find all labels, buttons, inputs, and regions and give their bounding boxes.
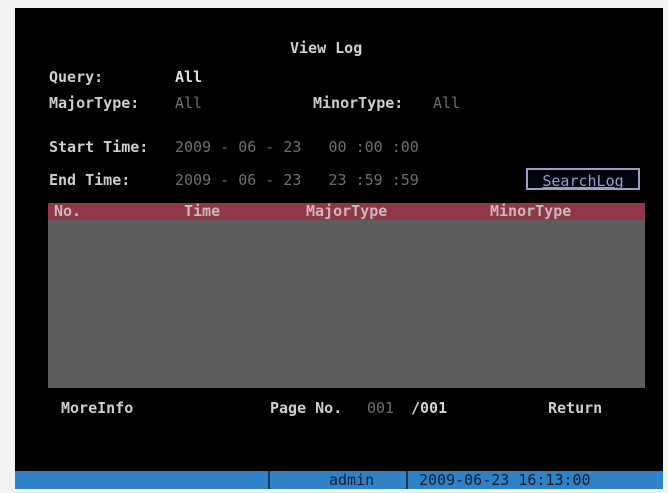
major-type-label: MajorType: <box>49 94 140 112</box>
column-header-no[interactable]: No. <box>54 203 81 220</box>
status-divider <box>268 471 270 489</box>
return-button[interactable]: Return <box>548 399 602 417</box>
log-table-header: No. Time MajorType MinorType <box>48 203 645 220</box>
minor-type-select[interactable]: All <box>433 94 460 112</box>
status-divider <box>406 471 408 489</box>
start-time-field[interactable]: 2009 - 06 - 23 00 :00 :00 <box>175 138 419 156</box>
column-header-major-type[interactable]: MajorType <box>306 203 387 220</box>
end-time-label: End Time: <box>49 171 131 189</box>
column-header-minor-type[interactable]: MinorType <box>490 203 571 220</box>
page-total: /001 <box>411 399 448 417</box>
dvr-log-screen: View Log Query: All MajorType: All Minor… <box>15 8 663 489</box>
page-title: View Log <box>290 39 363 57</box>
major-type-select[interactable]: All <box>175 94 202 112</box>
status-datetime: 2009-06-23 16:13:00 <box>419 471 591 489</box>
start-time-label: Start Time: <box>49 138 149 156</box>
query-label: Query: <box>49 68 104 86</box>
query-select[interactable]: All <box>175 68 202 86</box>
minor-type-label: MinorType: <box>313 94 404 112</box>
column-header-time[interactable]: Time <box>184 203 220 220</box>
page-number-label: Page No. <box>270 399 343 417</box>
status-bar: admin 2009-06-23 16:13:00 <box>15 471 663 489</box>
page-number-input[interactable]: 001 <box>367 399 394 417</box>
end-time-field[interactable]: 2009 - 06 - 23 23 :59 :59 <box>175 171 419 189</box>
status-user: admin <box>329 471 375 489</box>
more-info-button[interactable]: MoreInfo <box>61 399 133 417</box>
log-table-body[interactable] <box>48 220 645 388</box>
search-log-button[interactable]: SearchLog <box>526 168 640 190</box>
